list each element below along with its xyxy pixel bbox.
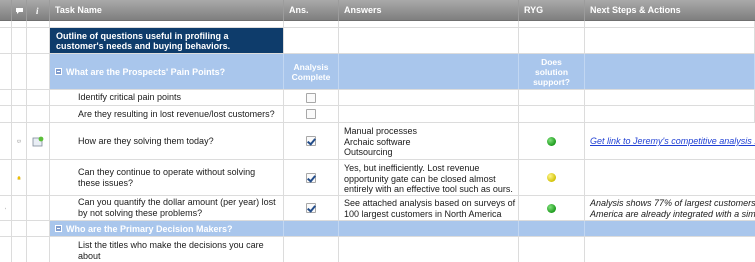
ans-cell[interactable] xyxy=(284,123,339,159)
paperclip-icon[interactable] xyxy=(5,203,6,214)
task-cell[interactable]: Can you quantify the dollar amount (per … xyxy=(50,196,284,220)
analysis-checkbox[interactable] xyxy=(306,172,316,183)
answer-line: Outsourcing xyxy=(344,147,393,157)
svg-text:i: i xyxy=(36,6,39,15)
attachment-cell[interactable] xyxy=(0,196,12,220)
comment-cell[interactable] xyxy=(12,123,27,159)
next-steps-line: Analysis shows 77% of largest customers xyxy=(590,198,755,208)
ans-cell[interactable] xyxy=(284,237,339,262)
ryg-cell[interactable] xyxy=(519,123,585,159)
status-green-icon[interactable] xyxy=(547,136,556,146)
section-title-text: What are the Prospects' Pain Points? xyxy=(66,66,226,77)
answer-line: Archaic software xyxy=(344,136,411,147)
analysis-checkbox[interactable] xyxy=(306,136,316,146)
task-cell[interactable]: How are they solving them today? xyxy=(50,123,284,159)
ryg-cell[interactable] xyxy=(519,90,585,105)
info-column-header[interactable]: i xyxy=(27,0,50,21)
task-text: How are they solving them today? xyxy=(78,135,214,146)
table-row[interactable]: How are they solving them today? Manual … xyxy=(0,123,755,160)
task-text: List the titles who make the decisions y… xyxy=(78,240,264,261)
answers-cell[interactable]: Manual processes Archaic software Outsou… xyxy=(339,123,519,159)
ryg-header[interactable]: RYG xyxy=(519,0,585,21)
task-cell[interactable]: List the titles who make the decisions y… xyxy=(50,237,284,262)
task-text: Are they resulting in lost revenue/lost … xyxy=(78,108,275,119)
task-grid: i Task Name Ans. Answers RYG Next Steps … xyxy=(0,0,755,262)
table-row[interactable]: Are they resulting in lost revenue/lost … xyxy=(0,106,755,123)
section-row-pain-points[interactable]: What are the Prospects' Pain Points? Ana… xyxy=(0,54,755,90)
table-row[interactable]: List the titles who make the decisions y… xyxy=(0,237,755,262)
analysis-complete-label: Analysis Complete xyxy=(284,54,339,89)
collapse-toggle-icon[interactable] xyxy=(55,225,62,232)
analysis-checkbox[interactable] xyxy=(306,92,316,103)
answer-line: See attached analysis based on surveys o… xyxy=(344,198,516,208)
task-text: Can they continue to operate without sol… xyxy=(78,166,256,188)
next-steps-cell[interactable] xyxy=(585,106,755,122)
section-title[interactable]: Who are the Primary Decision Makers? xyxy=(50,221,284,236)
ryg-cell[interactable] xyxy=(519,237,585,262)
table-row[interactable]: Can you quantify the dollar amount (per … xyxy=(0,196,755,221)
table-row[interactable]: Identify critical pain points xyxy=(0,90,755,106)
answer-line: Manual processes xyxy=(344,126,418,136)
next-steps-cell[interactable] xyxy=(585,90,755,105)
task-cell[interactable]: Are they resulting in lost revenue/lost … xyxy=(50,106,284,122)
answers-header[interactable]: Answers xyxy=(339,0,519,21)
comment-icon[interactable] xyxy=(17,137,21,146)
answer-line: 100 largest customers in North America xyxy=(344,208,502,219)
table-row[interactable]: Outline of questions useful in profiling… xyxy=(0,28,755,54)
status-yellow-icon[interactable] xyxy=(547,173,556,182)
outline-note[interactable]: Outline of questions useful in profiling… xyxy=(50,28,284,53)
next-steps-line: America are already integrated with a si… xyxy=(590,208,755,219)
task-text: Identify critical pain points xyxy=(78,92,182,102)
next-steps-cell[interactable]: Analysis shows 77% of largest customers … xyxy=(585,196,755,220)
task-name-header[interactable]: Task Name xyxy=(50,0,284,21)
ans-cell[interactable] xyxy=(284,160,339,195)
answers-cell[interactable]: See attached analysis based on surveys o… xyxy=(339,196,519,220)
task-cell[interactable]: Identify critical pain points xyxy=(50,90,284,105)
answer-line: Yes, but inefficiently. Lost revenue xyxy=(344,163,480,173)
next-steps-header[interactable]: Next Steps & Actions xyxy=(585,0,755,21)
ryg-cell[interactable] xyxy=(519,196,585,220)
bell-icon[interactable] xyxy=(17,173,21,183)
answer-line: entirely with an effective tool such as … xyxy=(344,184,513,194)
answers-cell[interactable]: Yes, but inefficiently. Lost revenue opp… xyxy=(339,160,519,195)
next-steps-cell[interactable] xyxy=(585,160,755,195)
table-row[interactable] xyxy=(0,21,755,28)
row-selector-header xyxy=(0,0,12,21)
next-steps-cell[interactable] xyxy=(585,237,755,262)
competitive-analysis-link[interactable]: Get link to Jeremy's competitive analysi… xyxy=(590,136,755,146)
answers-cell[interactable] xyxy=(339,237,519,262)
ryg-cell[interactable] xyxy=(519,160,585,195)
next-steps-cell[interactable]: Get link to Jeremy's competitive analysi… xyxy=(585,123,755,159)
task-cell[interactable]: Can they continue to operate without sol… xyxy=(50,160,284,195)
solution-support-label: Does solution support? xyxy=(519,54,585,89)
answers-cell[interactable] xyxy=(339,106,519,122)
table-row[interactable]: Can they continue to operate without sol… xyxy=(0,160,755,196)
comment-icon xyxy=(15,7,23,14)
ans-header[interactable]: Ans. xyxy=(284,0,339,21)
column-header-bar: i Task Name Ans. Answers RYG Next Steps … xyxy=(0,0,755,21)
collapse-toggle-icon[interactable] xyxy=(55,68,62,75)
proof-cell[interactable] xyxy=(27,123,50,159)
info-icon: i xyxy=(36,6,39,15)
proof-icon[interactable] xyxy=(32,136,44,147)
comments-column-header[interactable] xyxy=(12,0,27,21)
section-title[interactable]: What are the Prospects' Pain Points? xyxy=(50,54,284,89)
status-green-icon[interactable] xyxy=(547,203,556,213)
ryg-cell[interactable] xyxy=(519,106,585,122)
section-title-text: Who are the Primary Decision Makers? xyxy=(66,223,233,234)
task-text: Can you quantify the dollar amount (per … xyxy=(78,197,276,218)
ans-cell[interactable] xyxy=(284,106,339,122)
reminder-cell[interactable] xyxy=(12,160,27,195)
answers-cell[interactable] xyxy=(339,90,519,105)
ans-cell[interactable] xyxy=(284,196,339,220)
analysis-checkbox[interactable] xyxy=(306,109,316,119)
ans-cell[interactable] xyxy=(284,90,339,105)
answer-line: opportunity gate can be closed almost xyxy=(344,173,496,184)
section-row-decision-makers[interactable]: Who are the Primary Decision Makers? xyxy=(0,221,755,237)
analysis-checkbox[interactable] xyxy=(306,203,316,213)
